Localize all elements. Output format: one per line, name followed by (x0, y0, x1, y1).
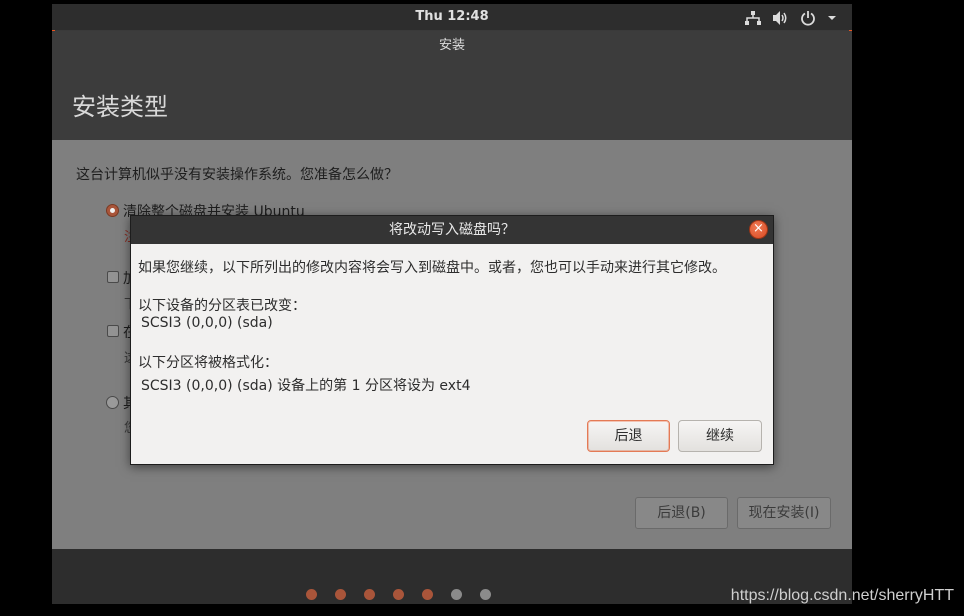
progress-dot (480, 589, 491, 600)
clock[interactable]: Thu 12:48 (52, 9, 852, 24)
dialog-continue-button[interactable]: 继续 (678, 420, 762, 452)
window-title: 安装 (52, 31, 852, 61)
write-changes-dialog: 将改动写入磁盘吗？ × 如果您继续，以下所列出的修改内容将会写入到磁盘中。或者，… (130, 215, 774, 465)
progress-dot (422, 589, 433, 600)
progress-dot (451, 589, 462, 600)
something-else-radio[interactable] (106, 396, 119, 409)
dialog-title: 将改动写入磁盘吗？ (131, 216, 773, 244)
option-b-checkbox[interactable] (107, 325, 119, 337)
dialog-back-button[interactable]: 后退 (587, 420, 670, 452)
format-detail: SCSI3 (0,0,0) (sda) 设备上的第 1 分区将设为 ext4 (141, 378, 471, 394)
progress-dot (393, 589, 404, 600)
chevron-down-icon[interactable] (826, 12, 838, 24)
progress-dot (306, 589, 317, 600)
partition-table-device: SCSI3 (0,0,0) (sda) (141, 315, 273, 331)
system-tray[interactable] (744, 8, 838, 27)
network-icon[interactable] (744, 10, 762, 26)
progress-dot (335, 589, 346, 600)
progress-dot (364, 589, 375, 600)
partition-table-header: 以下设备的分区表已改变： (138, 298, 306, 314)
page-header: 安装类型 (52, 61, 852, 140)
close-icon[interactable]: × (749, 220, 768, 239)
question-text: 这台计算机似乎没有安装操作系统。您准备怎么做？ (76, 167, 398, 183)
option-a-checkbox[interactable] (107, 271, 119, 283)
dialog-intro: 如果您继续，以下所列出的修改内容将会写入到磁盘中。或者，您也可以手动来进行其它修… (138, 260, 726, 276)
install-now-button[interactable]: 现在安装(I) (737, 497, 831, 529)
back-button[interactable]: 后退(B) (635, 497, 728, 529)
top-bar: Thu 12:48 (52, 4, 852, 32)
volume-icon[interactable] (772, 10, 790, 26)
power-icon[interactable] (800, 10, 816, 26)
format-header: 以下分区将被格式化： (138, 355, 278, 371)
watermark: https://blog.csdn.net/sherryHTT (730, 587, 954, 604)
progress-indicator (306, 589, 491, 600)
erase-disk-radio[interactable] (106, 204, 119, 217)
page-title: 安装类型 (72, 93, 168, 121)
